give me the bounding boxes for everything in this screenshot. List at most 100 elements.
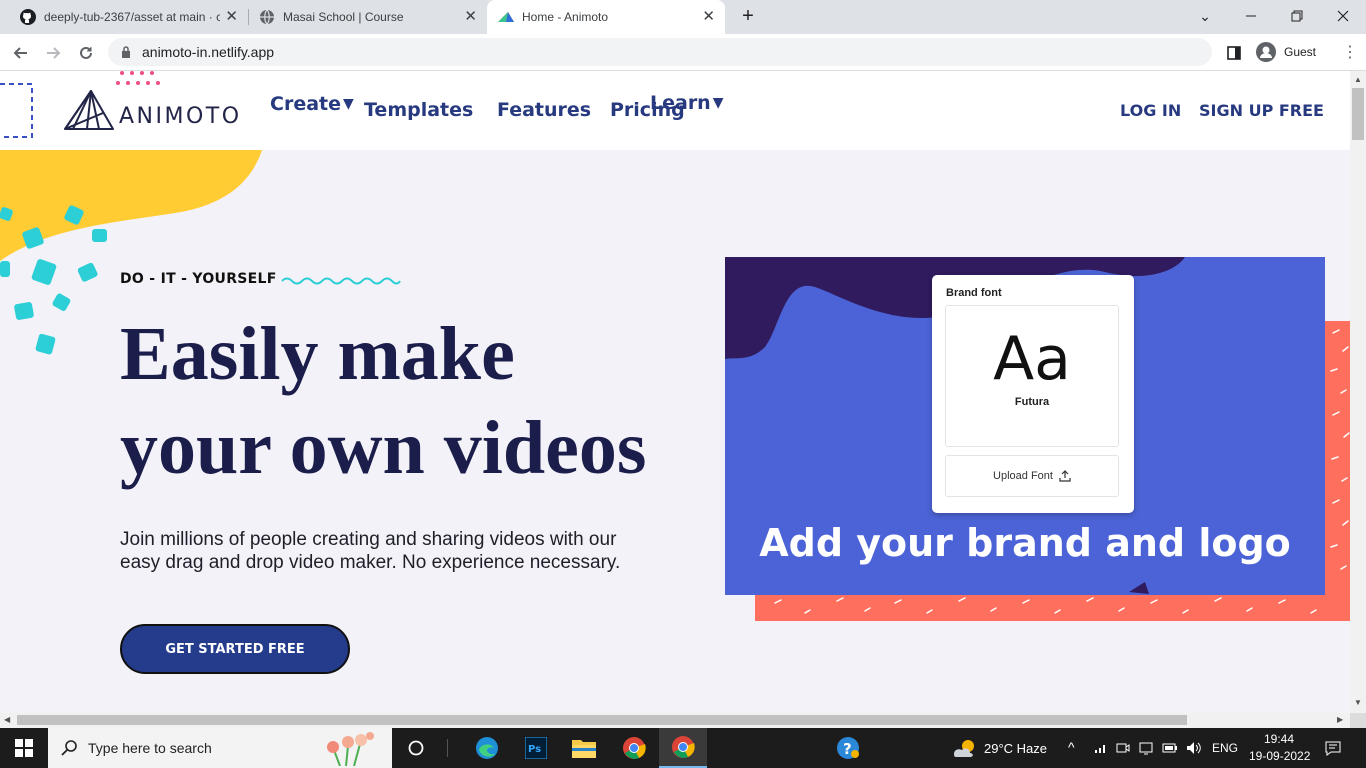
url-text: animoto-in.netlify.app [142, 44, 275, 60]
close-window-button[interactable] [1320, 0, 1366, 32]
close-tab-icon[interactable]: ✕ [702, 9, 715, 24]
scroll-down-icon[interactable]: ▼ [1354, 698, 1362, 707]
scroll-right-icon[interactable]: ▶ [1337, 715, 1343, 724]
chrome-icon [623, 737, 646, 759]
clock-time[interactable]: 19:44 [1264, 732, 1294, 746]
chrome-active-taskbar-button[interactable] [659, 728, 707, 768]
photoshop-icon: Ps [525, 737, 547, 759]
folder-icon [572, 740, 596, 758]
scrollbar-thumb[interactable] [17, 715, 1187, 725]
horizontal-scrollbar[interactable]: ◀ ▶ [0, 713, 1350, 727]
chevron-down-icon: ▼ [343, 96, 354, 112]
animoto-favicon-icon [498, 12, 514, 22]
page-viewport: ANIMOTO Create ▼ Templates Features Prici… [0, 71, 1350, 713]
browser-tab-strip: deeply-tub-2367/asset at main · c ✕ Masa… [0, 0, 1366, 34]
globe-icon [260, 9, 274, 25]
task-view-icon [408, 740, 424, 756]
subtext-line: Join millions of people creating and sha… [120, 529, 617, 550]
animoto-logo-icon [64, 90, 114, 130]
clock-date[interactable]: 19-09-2022 [1249, 749, 1310, 763]
tab-title: Masai School | Course [283, 10, 404, 24]
chevron-down-icon: ▼ [712, 95, 724, 111]
get-started-button[interactable]: GET STARTED FREE [120, 624, 350, 674]
restore-icon [1291, 10, 1303, 22]
chrome-taskbar-button[interactable] [610, 728, 658, 768]
forward-button[interactable] [40, 40, 66, 66]
back-button[interactable] [8, 40, 34, 66]
upload-font-button[interactable]: Upload Font [945, 455, 1119, 497]
help-taskbar-button[interactable]: ? [824, 728, 872, 768]
scroll-left-icon[interactable]: ◀ [4, 715, 10, 724]
battery-icon[interactable] [1162, 742, 1178, 754]
nav-learn[interactable]: Learn ▼ [650, 92, 724, 114]
file-explorer-taskbar-button[interactable] [560, 728, 608, 768]
volume-icon[interactable] [1186, 741, 1202, 755]
scrollbar-thumb[interactable] [1352, 88, 1364, 140]
chrome-icon [672, 736, 695, 758]
new-tab-button[interactable]: + [726, 0, 770, 32]
display-icon[interactable] [1139, 741, 1153, 755]
login-link[interactable]: LOG IN [1120, 101, 1181, 120]
headline-line: Easily make [120, 312, 515, 396]
hero-headline: Easily make your own videos [120, 307, 720, 495]
language-indicator[interactable]: ENG [1212, 741, 1238, 755]
reload-button[interactable] [73, 40, 99, 66]
scroll-up-icon[interactable]: ▲ [1354, 75, 1362, 84]
profile-label: Guest [1284, 45, 1317, 59]
nav-templates[interactable]: Templates [364, 99, 473, 121]
subtext-line: easy drag and drop video maker. No exper… [120, 552, 621, 573]
flowers-illustration-icon [327, 732, 374, 766]
tab-title: deeply-tub-2367/asset at main · c [44, 10, 220, 24]
notifications-icon[interactable] [1325, 740, 1341, 756]
network-icon[interactable] [1094, 742, 1108, 754]
hero-subtext: Join millions of people creating and sha… [120, 528, 680, 574]
headline-line: your own videos [120, 406, 647, 490]
close-tab-icon[interactable]: ✕ [225, 9, 238, 24]
minimize-icon [1246, 15, 1256, 17]
weather-haze-icon[interactable] [952, 738, 978, 758]
side-panel-button[interactable] [1221, 40, 1247, 66]
weather-text[interactable]: 29°C Haze [984, 741, 1047, 756]
panel-title: Brand font [946, 287, 1002, 299]
close-tab-icon[interactable]: ✕ [464, 9, 477, 24]
meet-now-icon[interactable] [1116, 741, 1130, 755]
reload-icon [80, 46, 92, 59]
arrow-left-icon [13, 47, 27, 59]
nav-create[interactable]: Create ▼ [270, 93, 354, 115]
github-icon [20, 9, 36, 25]
vertical-scrollbar[interactable]: ▲ ▼ [1350, 71, 1366, 713]
logo-text: ANIMOTO [119, 103, 242, 129]
minimize-button[interactable] [1228, 0, 1274, 32]
taskbar-search[interactable]: Type here to search [48, 728, 392, 768]
scrollbar-corner [1350, 713, 1366, 728]
nav-learn-label: Learn [650, 92, 711, 114]
photoshop-taskbar-button[interactable]: Ps [512, 728, 560, 768]
eyebrow-text: DO - IT - YOURSELF [120, 271, 277, 287]
restore-button[interactable] [1274, 0, 1320, 32]
tab-animoto[interactable]: Home - Animoto ✕ [487, 0, 725, 34]
squiggle-decoration [281, 277, 401, 285]
taskbar-divider [447, 739, 448, 757]
font-name: Futura [1014, 396, 1050, 408]
signup-link[interactable]: SIGN UP FREE [1199, 101, 1324, 120]
search-placeholder: Type here to search [88, 740, 212, 756]
windows-logo-icon [15, 739, 33, 757]
nav-features[interactable]: Features [497, 99, 591, 121]
search-icon [61, 740, 77, 756]
start-button[interactable] [0, 728, 48, 768]
tab-github[interactable]: deeply-tub-2367/asset at main · c ✕ [8, 0, 248, 34]
animoto-logo[interactable]: ANIMOTO [63, 87, 242, 131]
profile-button[interactable]: Guest [1253, 39, 1327, 65]
upload-icon [1059, 470, 1071, 482]
tab-title: Home - Animoto [522, 10, 609, 24]
browser-toolbar: animoto-in.netlify.app Guest ⋮ [0, 34, 1366, 71]
font-sample: Aa [993, 324, 1071, 394]
task-view-button[interactable] [392, 728, 440, 768]
tab-masai[interactable]: Masai School | Course ✕ [249, 0, 487, 34]
address-bar[interactable]: animoto-in.netlify.app [108, 38, 1212, 66]
kebab-menu-icon[interactable]: ⋮ [1340, 42, 1360, 62]
chevron-up-icon[interactable]: ^ [1068, 739, 1075, 755]
edge-taskbar-button[interactable] [463, 728, 511, 768]
site-header: ANIMOTO Create ▼ Templates Features Prici… [0, 71, 1350, 150]
tab-search-chevron-icon[interactable]: ⌄ [1182, 0, 1228, 32]
